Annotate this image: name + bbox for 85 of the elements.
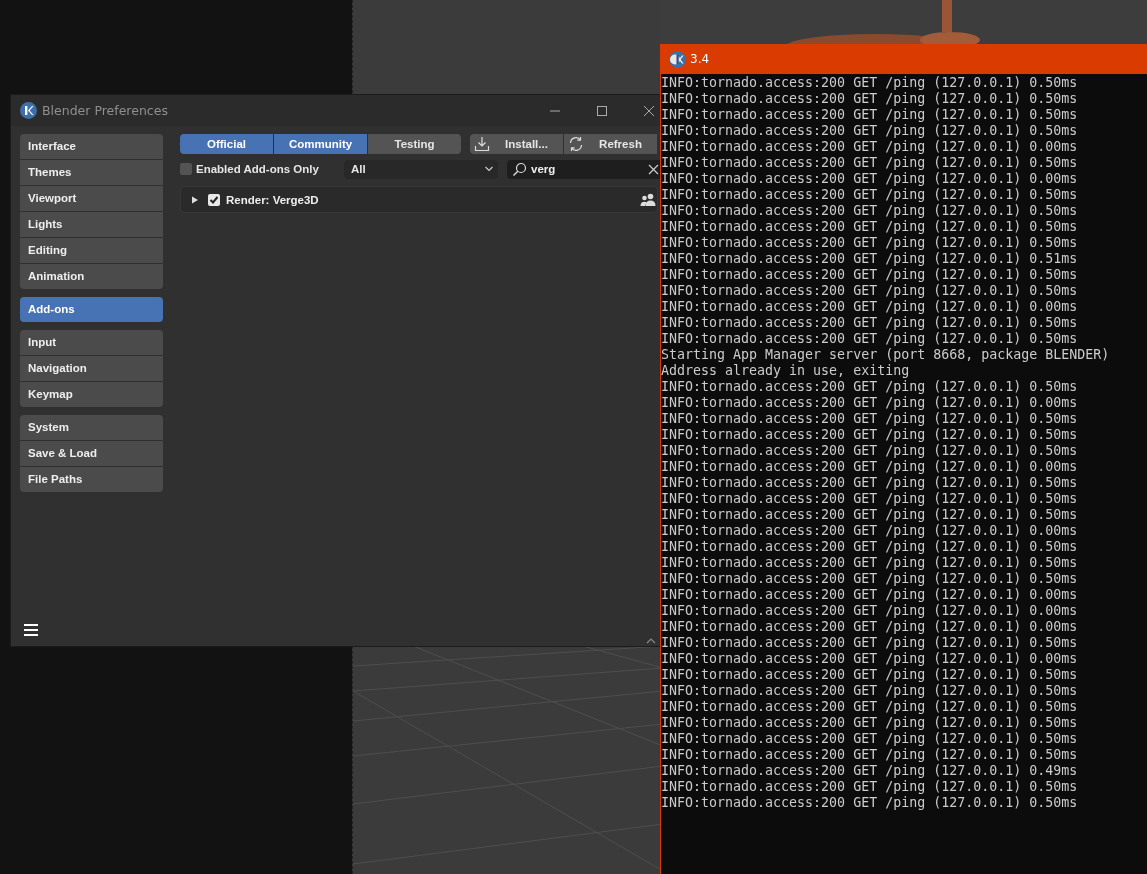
console-line: INFO:tornado.access:200 GET /ping (127.0.0.1) 0.50ms: [661, 75, 1079, 91]
console-line: INFO:tornado.access:200 GET /ping (127.0.0.1) 0.00ms: [661, 603, 1079, 619]
console-line: INFO:tornado.access:200 GET /ping (127.0.0.1) 0.50ms: [661, 779, 1079, 795]
app-logo-icon: [669, 50, 686, 68]
console-line: INFO:tornado.access:200 GET /ping (127.0.0.1) 0.50ms: [661, 427, 1079, 443]
console-line: Starting App Manager server (port 8668, package BLENDER): [661, 347, 1111, 363]
install-button[interactable]: Install...: [470, 134, 563, 154]
window-title: Blender Preferences: [42, 103, 168, 118]
console-line: INFO:tornado.access:200 GET /ping (127.0.0.1) 0.00ms: [661, 619, 1079, 635]
maximize-icon[interactable]: [596, 104, 608, 117]
console-line: INFO:tornado.access:200 GET /ping (127.0.0.1) 0.50ms: [661, 283, 1079, 299]
sidebar-item[interactable]: Viewport: [20, 186, 163, 211]
search-icon: [512, 161, 527, 177]
chevron-down-icon: [484, 165, 494, 173]
console-line: INFO:tornado.access:200 GET /ping (127.0.0.1) 0.50ms: [661, 731, 1079, 747]
console-line: INFO:tornado.access:200 GET /ping (127.0.0.1) 0.50ms: [661, 699, 1079, 715]
addon-name: Render: Verge3D: [226, 193, 319, 206]
refresh-icon: [568, 136, 584, 152]
console-line: INFO:tornado.access:200 GET /ping (127.0.0.1) 0.50ms: [661, 747, 1079, 763]
console-line: INFO:tornado.access:200 GET /ping (127.0.0.1) 0.50ms: [661, 187, 1079, 203]
console-line: INFO:tornado.access:200 GET /ping (127.0.0.1) 0.50ms: [661, 267, 1079, 283]
console-line: INFO:tornado.access:200 GET /ping (127.0.0.1) 0.51ms: [661, 251, 1079, 267]
console-line: INFO:tornado.access:200 GET /ping (127.0.0.1) 0.50ms: [661, 555, 1079, 571]
checkbox-label: Enabled Add-ons Only: [196, 163, 319, 175]
download-icon: [474, 136, 490, 152]
console-line: INFO:tornado.access:200 GET /ping (127.0.0.1) 0.50ms: [661, 107, 1079, 123]
clear-icon[interactable]: [648, 163, 659, 175]
expand-arrow-icon[interactable]: [191, 195, 199, 204]
console-line: INFO:tornado.access:200 GET /ping (127.0.0.1) 0.50ms: [661, 683, 1079, 699]
close-icon[interactable]: [643, 104, 655, 117]
console-line: INFO:tornado.access:200 GET /ping (127.0.0.1) 0.50ms: [661, 219, 1079, 235]
console-line: INFO:tornado.access:200 GET /ping (127.0.0.1) 0.50ms: [661, 411, 1079, 427]
console-line: INFO:tornado.access:200 GET /ping (127.0.0.1) 0.50ms: [661, 795, 1079, 811]
console-line: INFO:tornado.access:200 GET /ping (127.0.0.1) 0.50ms: [661, 475, 1079, 491]
users-icon: [640, 192, 656, 207]
console-line: INFO:tornado.access:200 GET /ping (127.0.0.1) 0.50ms: [661, 155, 1079, 171]
console-line: INFO:tornado.access:200 GET /ping (127.0.0.1) 0.00ms: [661, 651, 1079, 667]
sidebar-item[interactable]: Interface: [20, 134, 163, 159]
console-line: INFO:tornado.access:200 GET /ping (127.0.0.1) 0.50ms: [661, 331, 1079, 347]
sidebar-item[interactable]: System: [20, 415, 163, 440]
repository-tab[interactable]: Official: [180, 134, 273, 154]
console-line: INFO:tornado.access:200 GET /ping (127.0.0.1) 0.00ms: [661, 459, 1079, 475]
console-line: INFO:tornado.access:200 GET /ping (127.0.0.1) 0.50ms: [661, 379, 1079, 395]
search-field[interactable]: verg: [507, 159, 660, 179]
sidebar-item[interactable]: Editing: [20, 238, 163, 263]
console-line: INFO:tornado.access:200 GET /ping (127.0.0.1) 0.50ms: [661, 443, 1079, 459]
window-title: 3.4: [690, 52, 710, 66]
sidebar-item[interactable]: Input: [20, 330, 163, 355]
console-line: INFO:tornado.access:200 GET /ping (127.0.0.1) 0.50ms: [661, 667, 1079, 683]
console-line: INFO:tornado.access:200 GET /ping (127.0.0.1) 0.50ms: [661, 507, 1079, 523]
sidebar-item[interactable]: Animation: [20, 264, 163, 289]
app-logo-icon: [20, 102, 37, 119]
repository-tab[interactable]: Testing: [368, 134, 461, 154]
sidebar-item[interactable]: Navigation: [20, 356, 163, 381]
console-line: INFO:tornado.access:200 GET /ping (127.0.0.1) 0.50ms: [661, 235, 1079, 251]
console-line: INFO:tornado.access:200 GET /ping (127.0.0.1) 0.50ms: [661, 203, 1079, 219]
console-line: INFO:tornado.access:200 GET /ping (127.0.0.1) 0.50ms: [661, 539, 1079, 555]
sidebar-item[interactable]: File Paths: [20, 467, 163, 492]
menu-icon[interactable]: [23, 623, 39, 637]
console-line: INFO:tornado.access:200 GET /ping (127.0.0.1) 0.50ms: [661, 315, 1079, 331]
checkbox[interactable]: [180, 163, 192, 175]
console-line: INFO:tornado.access:200 GET /ping (127.0.0.1) 0.00ms: [661, 523, 1079, 539]
chevron-up-icon[interactable]: [646, 637, 656, 644]
sidebar-item[interactable]: Themes: [20, 160, 163, 185]
console-line: INFO:tornado.access:200 GET /ping (127.0.0.1) 0.00ms: [661, 139, 1079, 155]
console-line: INFO:tornado.access:200 GET /ping (127.0.0.1) 0.50ms: [661, 491, 1079, 507]
console-line: Address already in use, exiting: [661, 363, 911, 379]
console-line: INFO:tornado.access:200 GET /ping (127.0.0.1) 0.50ms: [661, 91, 1079, 107]
console-line: INFO:tornado.access:200 GET /ping (127.0.0.1) 0.00ms: [661, 395, 1079, 411]
sidebar-item[interactable]: Keymap: [20, 382, 163, 407]
console-line: INFO:tornado.access:200 GET /ping (127.0.0.1) 0.50ms: [661, 123, 1079, 139]
refresh-button[interactable]: Refresh: [564, 134, 657, 154]
sidebar-item[interactable]: Lights: [20, 212, 163, 237]
sidebar-item[interactable]: Save & Load: [20, 441, 163, 466]
console-line: INFO:tornado.access:200 GET /ping (127.0.0.1) 0.49ms: [661, 763, 1079, 779]
console-line: INFO:tornado.access:200 GET /ping (127.0.0.1) 0.00ms: [661, 299, 1079, 315]
repository-tab[interactable]: Community: [274, 134, 367, 154]
console-line: INFO:tornado.access:200 GET /ping (127.0.0.1) 0.50ms: [661, 635, 1079, 651]
category-dropdown[interactable]: All: [344, 159, 498, 179]
console-line: INFO:tornado.access:200 GET /ping (127.0.0.1) 0.50ms: [661, 715, 1079, 731]
console-line: INFO:tornado.access:200 GET /ping (127.0.0.1) 0.00ms: [661, 171, 1079, 187]
checkbox[interactable]: [208, 193, 220, 206]
console-line: INFO:tornado.access:200 GET /ping (127.0.0.1) 0.00ms: [661, 587, 1079, 603]
console-line: INFO:tornado.access:200 GET /ping (127.0.0.1) 0.50ms: [661, 571, 1079, 587]
sidebar-item[interactable]: Add-ons: [20, 297, 163, 322]
